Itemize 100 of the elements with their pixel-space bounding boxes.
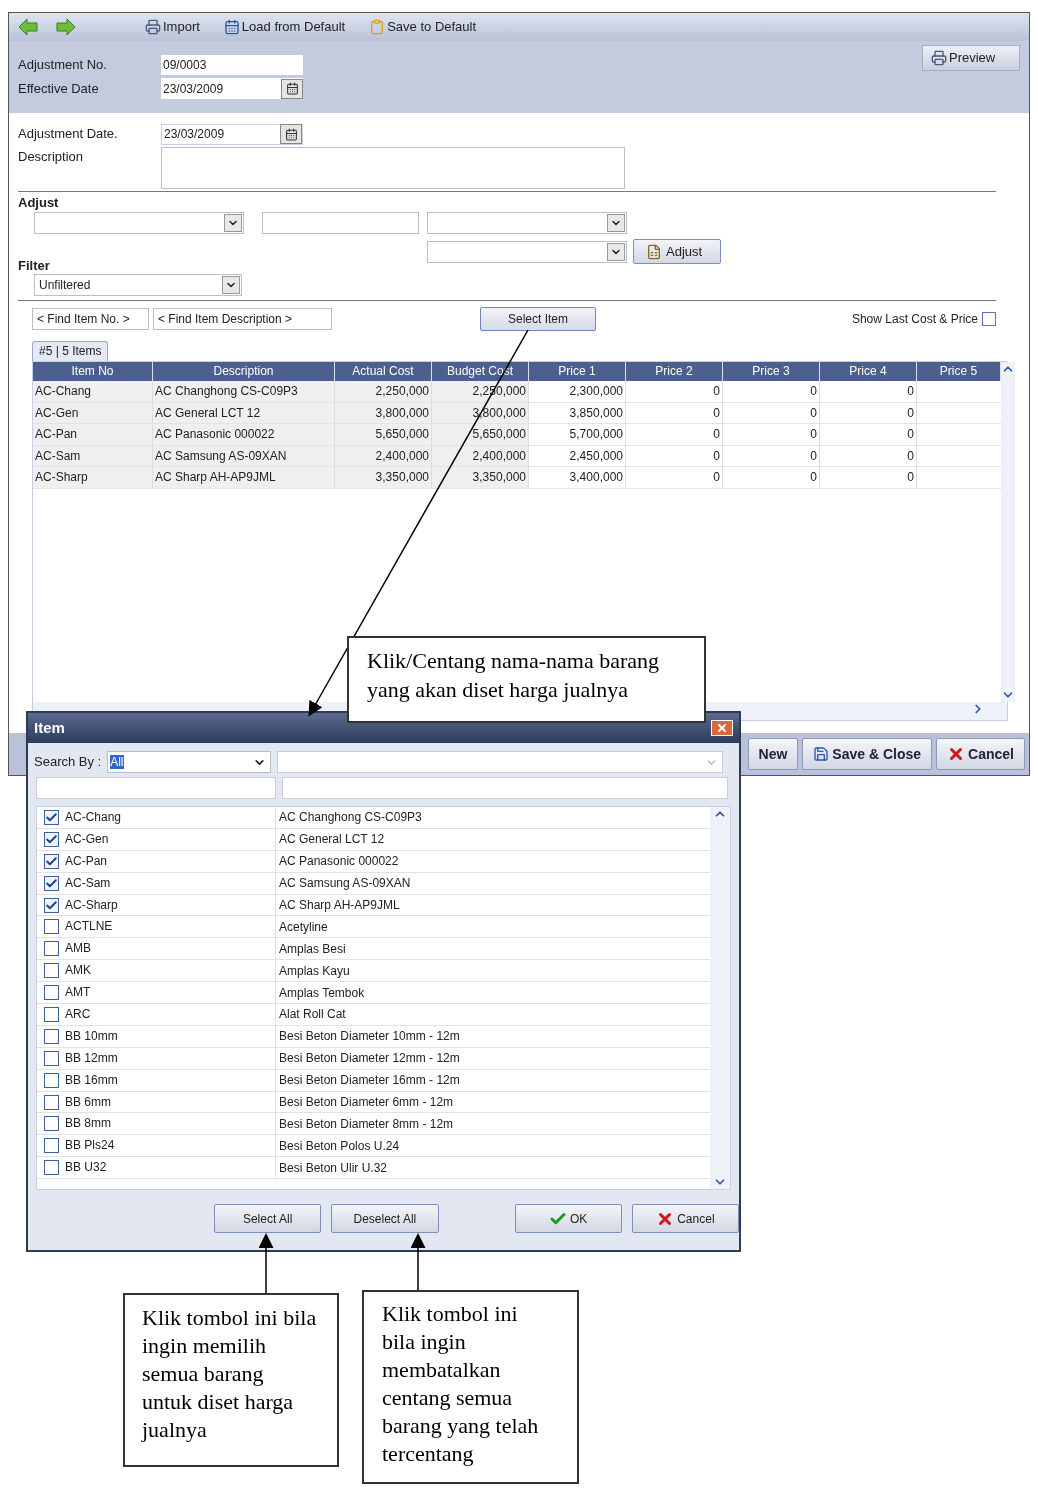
scrollbar[interactable] xyxy=(1001,362,1015,702)
footer-button[interactable]: Save & Close xyxy=(802,738,933,770)
checkbox-label: Show Last Cost & Price xyxy=(851,311,978,328)
column-header[interactable]: Item No xyxy=(33,362,153,381)
item-description: Acetyline xyxy=(278,918,329,936)
select-item-button[interactable]: Select Item xyxy=(480,307,596,331)
column-header[interactable]: Actual Cost xyxy=(335,362,432,381)
forward-arrow-icon[interactable] xyxy=(55,17,77,37)
column-header[interactable]: Price 1 xyxy=(529,362,626,381)
checkbox[interactable] xyxy=(43,1094,59,1110)
field-label: Adjustment Date. xyxy=(18,125,119,144)
item-code: BB 16mm xyxy=(65,1069,276,1091)
toolbar-button[interactable]: Import xyxy=(141,17,204,37)
find-item-description-field[interactable]: < Find Item Description > xyxy=(153,308,332,330)
description-field[interactable] xyxy=(161,147,625,189)
item-description: Besi Beton Diameter 8mm - 12m xyxy=(278,1115,455,1133)
checkbox[interactable] xyxy=(982,312,996,326)
search-by-dropdown[interactable]: All xyxy=(107,751,272,773)
document-icon xyxy=(646,243,662,260)
tab[interactable]: #5 | 5 Items xyxy=(32,341,109,361)
printer-icon xyxy=(145,19,161,35)
toolbar-button[interactable]: Save to Default xyxy=(365,17,481,37)
pointer-arrow xyxy=(258,1233,274,1294)
item-description: Besi Beton Ulir U.32 xyxy=(278,1159,389,1177)
item-description: AC Changhong CS-C09P3 xyxy=(278,809,423,827)
preview-button[interactable]: Preview xyxy=(922,45,1020,71)
dialog-button[interactable]: Cancel xyxy=(631,1204,739,1233)
toolbar-button[interactable]: Load from Default xyxy=(219,17,350,37)
pointer-arrow xyxy=(410,1233,426,1291)
dialog-title: Item xyxy=(34,717,65,738)
scrollbar[interactable] xyxy=(710,807,730,1189)
checkbox[interactable] xyxy=(43,985,59,1001)
footer-button[interactable]: New xyxy=(747,738,799,770)
checkbox[interactable] xyxy=(43,941,59,957)
item-code: BB 10mm xyxy=(65,1025,276,1047)
column-header[interactable]: Price 2 xyxy=(626,362,723,381)
save-icon xyxy=(813,746,830,762)
item-code: AMT xyxy=(65,982,276,1003)
printer-icon xyxy=(931,50,947,66)
item-code: BB 8mm xyxy=(65,1113,276,1135)
column-header[interactable]: Description xyxy=(153,362,335,381)
checkbox[interactable] xyxy=(43,963,59,979)
filter-dropdown[interactable]: Unfiltered xyxy=(34,274,242,296)
text-field[interactable]: 09/0003 xyxy=(161,55,303,75)
code-filter-field[interactable] xyxy=(36,777,276,799)
find-item-no-field[interactable]: < Find Item No. > xyxy=(32,308,149,330)
checkbox[interactable] xyxy=(43,809,59,825)
calendar-button[interactable] xyxy=(281,78,303,99)
table-cell: AC-Gen xyxy=(33,402,153,424)
table-cell: AC Sharp AH-AP9JML xyxy=(153,467,335,488)
checkbox[interactable] xyxy=(43,1050,59,1066)
item-description: Amplas Besi xyxy=(278,940,347,958)
item-code: BB Pls24 xyxy=(65,1135,276,1157)
callout-text: Klik tombol ini bila ingin membatalkan centang semua barang yang telah tercentang xyxy=(362,1290,579,1484)
description-filter-field[interactable] xyxy=(282,777,728,799)
item-code: ACTLNE xyxy=(65,916,276,938)
table-cell: 3,800,000 xyxy=(335,402,432,424)
item-description: AC Panasonic 000022 xyxy=(278,853,400,871)
dialog-button[interactable]: OK xyxy=(514,1204,622,1233)
checkbox[interactable] xyxy=(43,1028,59,1044)
item-description: Besi Beton Polos U.24 xyxy=(278,1137,401,1155)
checkbox[interactable] xyxy=(43,919,59,935)
table-cell: AC Changhong CS-C09P3 xyxy=(153,381,335,402)
checkbox[interactable] xyxy=(43,853,59,869)
column-header[interactable]: Price 5 xyxy=(917,362,1001,381)
checkbox[interactable] xyxy=(43,875,59,891)
item-code: ARC xyxy=(65,1004,276,1025)
footer-button[interactable]: Cancel xyxy=(936,738,1025,770)
adjust-button[interactable]: Adjust xyxy=(633,239,721,264)
item-code: BB 6mm xyxy=(65,1091,276,1113)
table-cell: AC General LCT 12 xyxy=(153,402,335,424)
item-description: AC Sharp AH-AP9JML xyxy=(278,897,401,914)
checkbox[interactable] xyxy=(43,1072,59,1088)
item-description: Alat Roll Cat xyxy=(278,1006,347,1024)
checkbox[interactable] xyxy=(43,1138,59,1154)
close-button[interactable] xyxy=(711,720,733,736)
item-description: AC General LCT 12 xyxy=(278,831,386,849)
calendar-icon xyxy=(223,19,240,35)
item-code: AC-Sam xyxy=(65,872,276,894)
checkbox[interactable] xyxy=(43,897,59,913)
checkbox[interactable] xyxy=(43,1116,59,1132)
callout-text: Klik/Centang nama-nama barang yang akan diset harga jualnya xyxy=(347,636,706,723)
close-icon xyxy=(716,722,728,734)
field-label: Effective Date xyxy=(18,79,100,98)
adjust-value-field[interactable] xyxy=(262,212,419,234)
item-code: BB U32 xyxy=(65,1157,276,1179)
dialog-button[interactable]: Select All xyxy=(214,1204,322,1233)
column-header[interactable]: Price 3 xyxy=(723,362,820,381)
checkbox[interactable] xyxy=(43,831,59,847)
item-code: BB 12mm xyxy=(65,1047,276,1069)
checkbox[interactable] xyxy=(43,1160,59,1176)
checkbox[interactable] xyxy=(43,1006,59,1022)
column-header[interactable]: Price 4 xyxy=(820,362,917,381)
section-title: Adjust xyxy=(18,195,60,210)
item-code: AMB xyxy=(65,938,276,960)
table-cell: AC-Pan xyxy=(33,424,153,445)
table-cell: AC-Chang xyxy=(33,381,153,402)
table-cell: 2,400,000 xyxy=(335,445,432,467)
dialog-button[interactable]: Deselect All xyxy=(331,1204,439,1233)
back-arrow-icon[interactable] xyxy=(17,17,39,37)
